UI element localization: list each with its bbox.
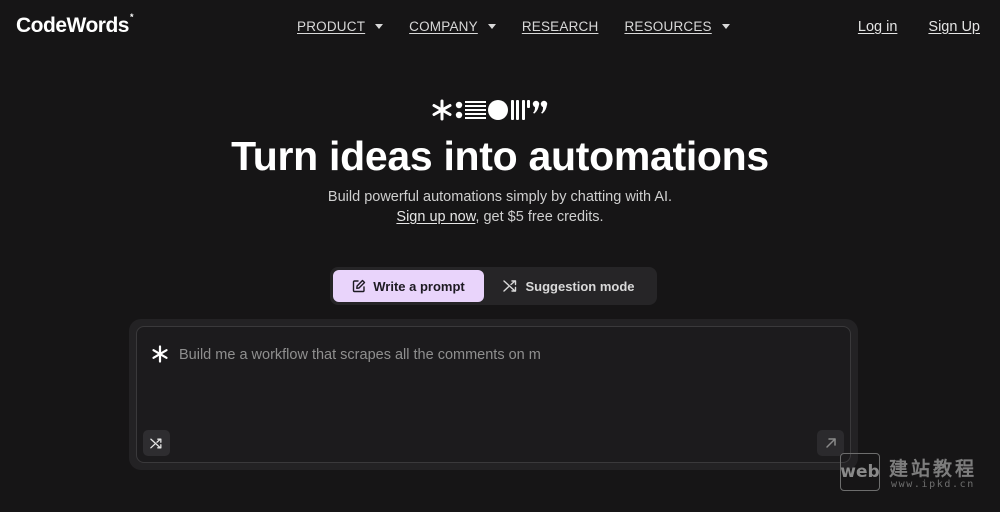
chevron-down-icon (487, 24, 496, 29)
brand-name: CodeWords (16, 14, 129, 37)
hero-cta-line: Sign up now, get $5 free credits. (0, 209, 1000, 225)
hero-headline: Turn ideas into automations (231, 133, 769, 179)
signup-now-link[interactable]: Sign up now (396, 209, 475, 225)
pencil-square-icon (353, 279, 366, 293)
auth-links: Log in Sign Up (858, 19, 980, 35)
hero-subline: Build powerful automations simply by cha… (327, 189, 673, 205)
watermark-title: 建站教程 (889, 458, 978, 480)
shuffle-button[interactable] (143, 430, 170, 456)
nav-item-product[interactable]: PRODUCT (297, 19, 384, 34)
write-prompt-label: Write a prompt (373, 278, 465, 294)
signup-link[interactable]: Sign Up (928, 19, 980, 35)
watermark-logo: web (840, 453, 880, 491)
prompt-input[interactable] (179, 345, 819, 365)
glyph-row-icon (432, 99, 548, 121)
suggestion-mode-button[interactable]: Suggestion mode (484, 270, 654, 302)
cta-rest-text: , get $5 free credits. (475, 209, 604, 225)
nav-item-label: COMPANY (409, 19, 478, 34)
nav-item-research[interactable]: RESEARCH (522, 19, 599, 34)
write-prompt-button[interactable]: Write a prompt (333, 270, 484, 302)
shuffle-icon (150, 438, 162, 448)
nav-item-resources[interactable]: RESOURCES (624, 19, 730, 34)
main-nav: PRODUCT COMPANY RESEARCH RESOURCES (297, 19, 730, 34)
suggestion-mode-label: Suggestion mode (525, 278, 635, 294)
decorative-glyph-row (432, 96, 550, 124)
shuffle-icon (503, 280, 517, 292)
nav-item-company[interactable]: COMPANY (409, 19, 496, 34)
login-link[interactable]: Log in (858, 19, 898, 35)
nav-item-label: RESEARCH (521, 19, 599, 34)
watermark-url: www.ipkd.cn (891, 479, 975, 490)
brand-logo[interactable]: CodeWords* (16, 12, 134, 38)
chevron-down-icon (375, 24, 384, 29)
asterisk-icon (152, 345, 168, 363)
nav-item-label: PRODUCT (297, 19, 366, 34)
brand-mark: * (129, 12, 134, 22)
nav-item-label: RESOURCES (624, 19, 712, 34)
arrow-up-right-icon (825, 438, 836, 448)
mode-toggle: Write a prompt Suggestion mode (330, 267, 657, 305)
watermark: web 建站教程 www.ipkd.cn (840, 451, 990, 493)
chevron-down-icon (721, 24, 730, 29)
top-navigation-bar: CodeWords* PRODUCT COMPANY RESEARCH RESO… (0, 0, 1000, 54)
